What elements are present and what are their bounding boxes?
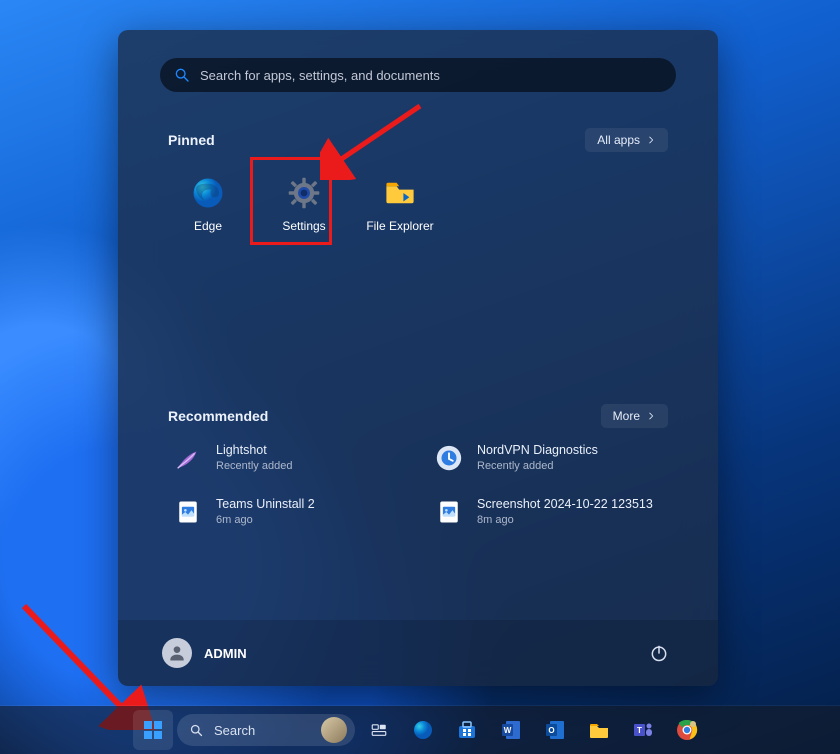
power-button[interactable] (644, 638, 674, 668)
all-apps-label: All apps (597, 133, 640, 147)
pinned-app-label: File Explorer (366, 219, 433, 233)
recommended-item-title: NordVPN Diagnostics (477, 443, 598, 458)
taskbar-outlook[interactable]: O (535, 710, 575, 750)
edge-icon (190, 175, 226, 211)
edge-icon (411, 718, 435, 742)
outlook-icon: O (543, 718, 567, 742)
search-icon (189, 723, 204, 738)
recommended-item-title: Screenshot 2024-10-22 123513 (477, 497, 653, 512)
recommended-item-title: Teams Uninstall 2 (216, 497, 315, 512)
pinned-app-edge[interactable]: Edge (160, 160, 256, 248)
recommended-item-sub: Recently added (477, 460, 598, 473)
recommended-title: Recommended (168, 408, 268, 424)
taskbar-teams[interactable]: T (623, 710, 663, 750)
start-menu-panel: Search for apps, settings, and documents… (118, 30, 718, 686)
start-menu-footer: ADMIN (118, 620, 718, 686)
pinned-app-settings[interactable]: Settings (256, 160, 352, 248)
avatar-icon (162, 638, 192, 668)
recommended-more-button[interactable]: More (601, 404, 668, 428)
recommended-item-screenshot[interactable]: Screenshot 2024-10-22 123513 8m ago (427, 492, 670, 532)
feather-icon (172, 442, 204, 474)
taskbar-search-label: Search (214, 723, 255, 738)
taskbar-store[interactable] (447, 710, 487, 750)
all-apps-button[interactable]: All apps (585, 128, 668, 152)
task-view-icon (370, 721, 388, 739)
pinned-app-file-explorer[interactable]: File Explorer (352, 160, 448, 248)
taskbar-search-decoration-icon (321, 717, 347, 743)
svg-text:T: T (637, 726, 642, 735)
gear-icon (286, 175, 322, 211)
taskbar: Search W O (0, 706, 840, 754)
recommended-item-sub: Recently added (216, 460, 292, 473)
taskbar-search-input[interactable]: Search (177, 714, 355, 746)
recommended-list: Lightshot Recently added NordVPN Diagnos… (160, 438, 676, 532)
svg-text:O: O (548, 726, 554, 735)
taskbar-task-view[interactable] (359, 710, 399, 750)
recommended-item-lightshot[interactable]: Lightshot Recently added (166, 438, 409, 478)
taskbar-chrome[interactable] (667, 710, 707, 750)
recommended-item-sub: 8m ago (477, 514, 653, 527)
pinned-header: Pinned All apps (160, 128, 676, 152)
power-icon (649, 643, 669, 663)
taskbar-file-explorer[interactable] (579, 710, 619, 750)
user-account-button[interactable]: ADMIN (162, 638, 247, 668)
recommended-item-title: Lightshot (216, 443, 292, 458)
taskbar-start-button[interactable] (133, 710, 173, 750)
image-file-icon (172, 496, 204, 528)
taskbar-edge[interactable] (403, 710, 443, 750)
svg-text:W: W (504, 726, 512, 735)
start-search-input[interactable]: Search for apps, settings, and documents (160, 58, 676, 92)
more-label: More (613, 409, 640, 423)
teams-icon: T (631, 718, 655, 742)
search-icon (174, 67, 190, 83)
recommended-item-nordvpn[interactable]: NordVPN Diagnostics Recently added (427, 438, 670, 478)
folder-icon (587, 718, 611, 742)
pinned-apps-grid: Edge (160, 160, 676, 248)
pinned-app-label: Edge (194, 219, 222, 233)
pinned-title: Pinned (168, 132, 215, 148)
word-icon: W (499, 718, 523, 742)
chrome-icon (675, 718, 699, 742)
windows-icon (141, 718, 165, 742)
recommended-item-sub: 6m ago (216, 514, 315, 527)
pinned-app-label: Settings (282, 219, 325, 233)
store-icon (455, 718, 479, 742)
recommended-header: Recommended More (160, 404, 676, 428)
folder-icon (382, 175, 418, 211)
taskbar-word[interactable]: W (491, 710, 531, 750)
circle-arrow-icon (433, 442, 465, 474)
chevron-right-icon (646, 411, 656, 421)
user-name: ADMIN (204, 646, 247, 661)
image-file-icon (433, 496, 465, 528)
chevron-right-icon (646, 135, 656, 145)
recommended-item-teams-uninstall[interactable]: Teams Uninstall 2 6m ago (166, 492, 409, 532)
search-placeholder: Search for apps, settings, and documents (200, 68, 440, 83)
